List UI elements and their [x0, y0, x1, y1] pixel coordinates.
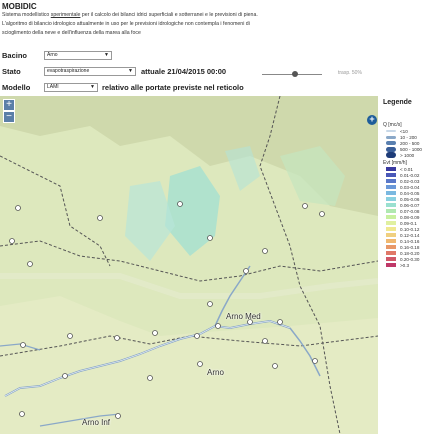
- evt-legend-label: >0.3: [400, 262, 410, 268]
- zoom-out-button[interactable]: −: [3, 111, 15, 123]
- evt-swatch: [386, 257, 396, 261]
- chevron-down-icon: ▼: [90, 83, 95, 90]
- desc-text: Sistema modellistico: [2, 12, 51, 18]
- evt-swatch: [386, 245, 396, 249]
- evt-swatch: [386, 251, 396, 255]
- stato-label: Stato: [2, 66, 21, 76]
- chevron-down-icon: ▼: [128, 67, 133, 74]
- map-view[interactable]: + − Arno Med Arno Arno Inf: [0, 96, 378, 434]
- stato-selected: evapotraspirazione: [47, 67, 90, 74]
- evt-swatch: [386, 191, 396, 195]
- zoom-in-button[interactable]: +: [3, 99, 15, 111]
- evt-legend-label: 0.01-0.02: [400, 172, 420, 178]
- stato-select[interactable]: evapotraspirazione ▼: [44, 66, 136, 76]
- flow-legend-label: 500 - 1000: [400, 146, 422, 152]
- modello-text: relativo alle portate previste nel retic…: [102, 82, 244, 92]
- legend-title: Legende: [383, 99, 412, 106]
- flow-swatch: [386, 135, 396, 139]
- evt-legend-label: 0.20-0.30: [400, 256, 420, 262]
- description-line-1: Sistema modellistico sperimentale per il…: [2, 11, 442, 20]
- flow-legend-list: <10 10 - 200 200 - 500 500 - 1000 > 1000: [378, 128, 444, 158]
- evt-legend-label: 0.07-0.08: [400, 208, 420, 214]
- evt-legend-label: 0.05-0.06: [400, 196, 420, 202]
- flow-swatch: [386, 146, 396, 152]
- evt-swatch: [386, 167, 396, 171]
- bacino-row: Bacino Arno ▼: [2, 50, 112, 60]
- evt-legend-label: 0.09-0.1: [400, 220, 417, 226]
- modello-row: Modello LAMI ▼ relativo alle portate prev…: [2, 82, 244, 92]
- modello-label: Modello: [2, 82, 31, 92]
- evt-swatch: [386, 239, 396, 243]
- evt-legend-label: 0.12-0.14: [400, 232, 420, 238]
- flow-swatch: [386, 130, 396, 132]
- bacino-label: Bacino: [2, 50, 28, 60]
- desc-text: per il calcolo dei bilanci idrici superf…: [80, 12, 258, 18]
- transparency-label: trasp. 50%: [338, 70, 362, 76]
- map-label-arno-med: Arno Med: [226, 312, 261, 321]
- transparency-slider[interactable]: [262, 71, 322, 77]
- evt-legend-label: 0.16-0.18: [400, 244, 420, 250]
- header: MOBIDIC Sistema modellistico sperimental…: [2, 0, 442, 38]
- map-label-arno: Arno: [207, 368, 224, 377]
- evt-legend-label: 0.03-0.04: [400, 184, 420, 190]
- flow-legend-label: 200 - 500: [400, 140, 420, 146]
- legend-panel: Legende Q [mc/s] <10 10 - 200 200 - 500 500…: [378, 96, 444, 434]
- evt-legend-label: 0.02-0.03: [400, 178, 420, 184]
- modello-select[interactable]: LAMI ▼: [44, 82, 98, 92]
- chevron-down-icon: ▼: [104, 51, 109, 58]
- evt-swatch: [386, 179, 396, 183]
- evt-legend-label: 0.08-0.09: [400, 214, 420, 220]
- evt-legend-label: 0.10-0.12: [400, 226, 420, 232]
- evt-swatch: [386, 221, 396, 225]
- bacino-select[interactable]: Arno ▼: [44, 50, 112, 60]
- stato-row: Stato evapotraspirazione ▼ attuale 21/04/…: [2, 66, 226, 76]
- evt-swatch: [386, 215, 396, 219]
- evt-legend-label: 0.14-0.16: [400, 238, 420, 244]
- evt-swatch: [386, 173, 396, 177]
- map-label-arno-inf: Arno Inf: [82, 418, 111, 427]
- bacino-selected: Arno: [47, 51, 58, 58]
- stato-date: attuale 21/04/2015 00:00: [141, 66, 227, 76]
- description-line-3: scioglimento della neve e dell'influenza…: [2, 30, 141, 36]
- flow-legend-item: > 1000: [386, 152, 444, 158]
- app-title: MOBIDIC: [2, 2, 37, 11]
- evt-legend-label: 0.04-0.05: [400, 190, 420, 196]
- evt-swatch: [386, 209, 396, 213]
- evt-swatch: [386, 197, 396, 201]
- flow-legend-label: 10 - 200: [400, 134, 417, 140]
- evt-legend-label: < 0.01: [400, 166, 413, 172]
- add-layer-button[interactable]: +: [367, 115, 377, 125]
- evt-legend-label: 0.06-0.07: [400, 202, 420, 208]
- flow-swatch: [386, 141, 396, 145]
- evt-swatch: [386, 203, 396, 207]
- flow-legend-label: > 1000: [400, 152, 415, 158]
- map-canvas: [0, 96, 378, 434]
- evt-legend-list: < 0.01 0.01-0.02 0.02-0.03 0.03-0.04 0.04-0.…: [378, 166, 444, 268]
- modello-selected: LAMI: [47, 83, 59, 90]
- evt-legend-item: >0.3: [386, 262, 444, 268]
- evt-swatch: [386, 263, 396, 267]
- evt-swatch: [386, 227, 396, 231]
- description-line-2: L'algoritmo di bilancio idrologico attua…: [2, 21, 250, 27]
- flow-legend-label: <10: [400, 128, 408, 134]
- slider-handle[interactable]: [292, 71, 298, 77]
- flow-swatch: [386, 152, 396, 158]
- evt-swatch: [386, 185, 396, 189]
- evt-legend-label: 0.18-0.20: [400, 250, 420, 256]
- desc-emphasis: sperimentale: [50, 12, 81, 18]
- evt-swatch: [386, 233, 396, 237]
